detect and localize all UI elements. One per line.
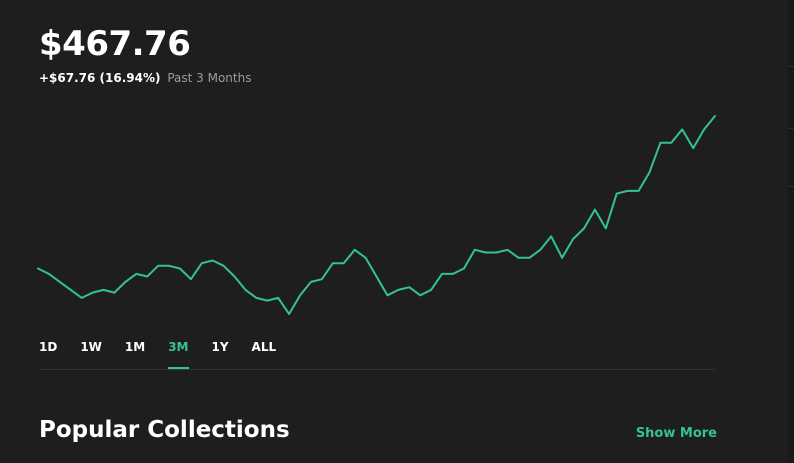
range-tabs: 1D 1W 1M 3M 1Y ALL: [39, 338, 299, 369]
portfolio-value: $467.76: [39, 24, 191, 64]
price-chart[interactable]: [0, 100, 794, 330]
portfolio-change: +$67.76 (16.94%) Past 3 Months: [39, 70, 251, 86]
scrollbar-marker: [788, 66, 794, 67]
show-more-link[interactable]: Show More: [636, 425, 717, 443]
tab-label: 1M: [124, 340, 146, 354]
section-title: Popular Collections: [39, 417, 290, 443]
tab-label: 1W: [80, 340, 102, 354]
tab-label: 1D: [39, 340, 58, 354]
tab-label: ALL: [251, 340, 277, 354]
tab-3m[interactable]: 3M: [168, 338, 189, 369]
change-amount: +$67.76 (16.94%): [39, 71, 161, 85]
change-period: Past 3 Months: [167, 71, 252, 85]
tab-label: 3M: [168, 340, 189, 354]
portfolio-page: $467.76 +$67.76 (16.94%) Past 3 Months 1…: [0, 0, 794, 463]
tab-1d[interactable]: 1D: [39, 338, 57, 360]
tab-all[interactable]: ALL: [252, 338, 277, 360]
tab-1y[interactable]: 1Y: [212, 338, 229, 360]
tab-1w[interactable]: 1W: [80, 338, 102, 360]
tab-1m[interactable]: 1M: [125, 338, 145, 360]
price-chart-svg: [37, 115, 716, 315]
tabs-divider: [39, 369, 715, 370]
price-line: [37, 115, 716, 315]
tab-label: 1Y: [211, 340, 229, 354]
